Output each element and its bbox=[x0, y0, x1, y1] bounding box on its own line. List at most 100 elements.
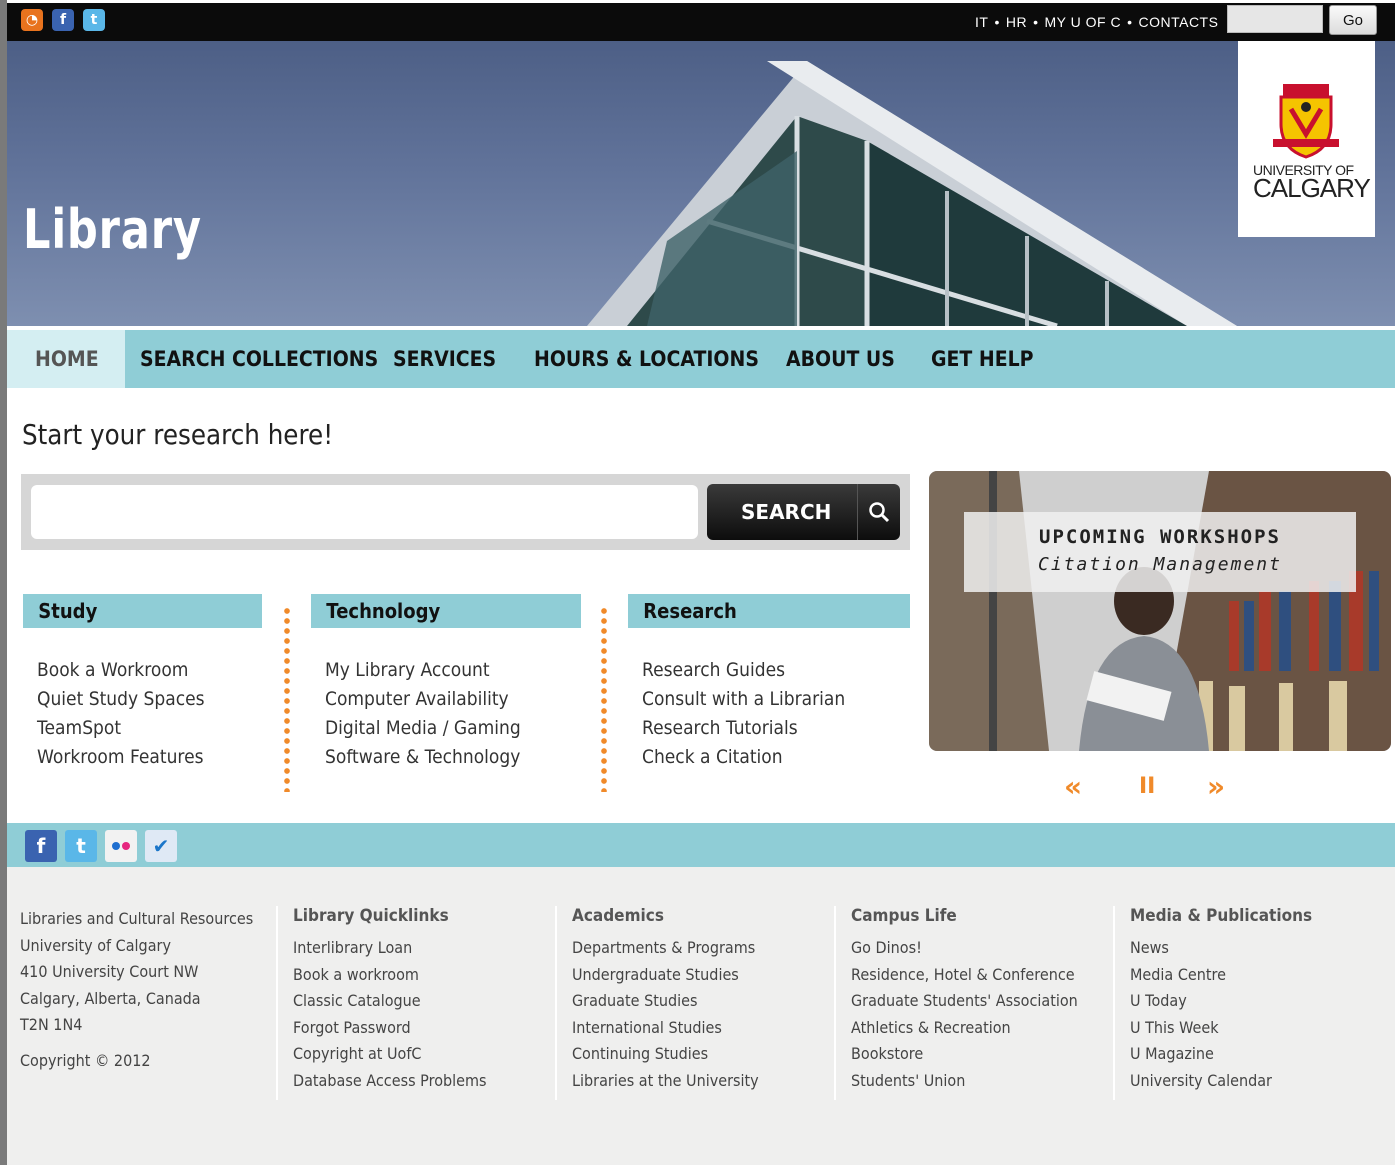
twitter-icon[interactable]: t bbox=[65, 830, 97, 862]
address-line: 410 University Court NW bbox=[20, 962, 199, 981]
footer-link[interactable]: Forgot Password bbox=[293, 1015, 487, 1042]
footer-heading: Academics bbox=[572, 906, 664, 926]
footer-link[interactable]: Book a workroom bbox=[293, 962, 487, 989]
next-slide-icon[interactable]: » bbox=[1207, 770, 1225, 803]
nav-home-label: HOME bbox=[35, 347, 99, 371]
twitter-icon[interactable]: t bbox=[83, 9, 105, 31]
link-teamspot[interactable]: TeamSpot bbox=[37, 714, 205, 743]
top-link-it[interactable]: IT bbox=[975, 14, 988, 30]
address-line: University of Calgary bbox=[20, 935, 171, 955]
link-quiet-study[interactable]: Quiet Study Spaces bbox=[37, 685, 205, 714]
footer-link[interactable]: Graduate Studies bbox=[572, 988, 759, 1015]
link-computer-availability[interactable]: Computer Availability bbox=[325, 685, 521, 714]
separator: • bbox=[994, 14, 1000, 30]
footer-divider bbox=[276, 906, 278, 1100]
nav-services[interactable]: SERVICES bbox=[393, 330, 534, 388]
link-workroom-features[interactable]: Workroom Features bbox=[37, 743, 205, 772]
nav-get-help-label: GET HELP bbox=[931, 347, 1034, 371]
social-strip: f t ✔ bbox=[7, 823, 1395, 867]
footer-link[interactable]: Media Centre bbox=[1130, 962, 1312, 989]
top-links: IT • HR • MY U OF C • CONTACTS bbox=[975, 14, 1218, 30]
footer-link[interactable]: Database Access Problems bbox=[293, 1068, 487, 1095]
footer-media-publications: Media & Publications News Media Centre U… bbox=[1130, 906, 1332, 1094]
workshop-slide[interactable]: UPCOMING WORKSHOPS Citation Management bbox=[929, 471, 1391, 751]
address-line: Calgary, Alberta, Canada bbox=[20, 988, 201, 1008]
nav-hours-locations[interactable]: HOURS & LOCATIONS bbox=[534, 330, 786, 388]
footer-link[interactable]: International Studies bbox=[572, 1015, 759, 1042]
dotted-divider bbox=[601, 606, 607, 792]
footer-link[interactable]: Classic Catalogue bbox=[293, 988, 487, 1015]
footer-link[interactable]: U Magazine bbox=[1130, 1041, 1312, 1068]
footer-link[interactable]: Residence, Hotel & Conference bbox=[851, 962, 1078, 989]
link-check-citation[interactable]: Check a Citation bbox=[642, 743, 845, 772]
footer-divider bbox=[555, 906, 557, 1100]
prev-slide-icon[interactable]: « bbox=[1064, 770, 1082, 803]
top-link-contacts[interactable]: CONTACTS bbox=[1138, 14, 1218, 30]
footer-link[interactable]: Go Dinos! bbox=[851, 935, 1078, 962]
footer-link[interactable]: Bookstore bbox=[851, 1041, 1078, 1068]
column-title: Study bbox=[38, 599, 98, 623]
footer-link[interactable]: News bbox=[1130, 935, 1312, 962]
study-links: Book a Workroom Quiet Study Spaces TeamS… bbox=[37, 656, 223, 772]
foursquare-icon[interactable]: ✔ bbox=[145, 830, 177, 862]
facebook-icon[interactable]: f bbox=[25, 830, 57, 862]
pause-slide-icon[interactable]: II bbox=[1139, 774, 1155, 799]
footer-link[interactable]: Continuing Studies bbox=[572, 1041, 759, 1068]
dotted-divider bbox=[284, 606, 290, 792]
column-title: Technology bbox=[326, 599, 441, 623]
main-nav: HOME SEARCH COLLECTIONS SERVICES HOURS &… bbox=[7, 330, 1395, 388]
main-search-input[interactable] bbox=[31, 485, 698, 539]
magnifier-icon bbox=[857, 484, 900, 540]
nav-about-us[interactable]: ABOUT US bbox=[786, 330, 931, 388]
address-line: Libraries and Cultural Resources bbox=[20, 909, 254, 928]
flickr-icon[interactable] bbox=[105, 830, 137, 862]
footer-link[interactable]: Undergraduate Studies bbox=[572, 962, 759, 989]
link-research-guides[interactable]: Research Guides bbox=[642, 656, 845, 685]
go-button[interactable]: Go bbox=[1329, 5, 1377, 35]
window-edge bbox=[0, 0, 7, 1165]
footer-link[interactable]: Departments & Programs bbox=[572, 935, 759, 962]
link-digital-media[interactable]: Digital Media / Gaming bbox=[325, 714, 521, 743]
column-title: Research bbox=[643, 599, 737, 623]
copyright: Copyright © 2012 bbox=[20, 1050, 151, 1070]
footer-link[interactable]: Athletics & Recreation bbox=[851, 1015, 1078, 1042]
top-link-hr[interactable]: HR bbox=[1006, 14, 1027, 30]
facebook-icon[interactable]: f bbox=[52, 9, 74, 31]
footer-link[interactable]: Copyright at UofC bbox=[293, 1041, 487, 1068]
footer-address: Libraries and Cultural Resources Univers… bbox=[20, 906, 279, 1074]
column-header-research: Research bbox=[628, 594, 910, 628]
site-title[interactable]: Library bbox=[23, 198, 202, 261]
column-header-study: Study bbox=[23, 594, 262, 628]
footer-link[interactable]: Libraries at the University bbox=[572, 1068, 759, 1095]
footer-link[interactable]: University Calendar bbox=[1130, 1068, 1312, 1095]
nav-home[interactable]: HOME bbox=[7, 330, 125, 388]
link-research-tutorials[interactable]: Research Tutorials bbox=[642, 714, 845, 743]
footer-link[interactable]: Graduate Students' Association bbox=[851, 988, 1078, 1015]
university-logo[interactable]: UNIVERSITY OF CALGARY bbox=[1238, 41, 1375, 237]
footer-link[interactable]: U This Week bbox=[1130, 1015, 1312, 1042]
page-heading: Start your research here! bbox=[22, 418, 334, 451]
rss-icon[interactable]: ◔ bbox=[21, 9, 43, 31]
address-line: T2N 1N4 bbox=[20, 1015, 83, 1034]
nav-get-help[interactable]: GET HELP bbox=[931, 330, 1071, 388]
separator: • bbox=[1033, 14, 1039, 30]
search-button[interactable]: SEARCH bbox=[707, 484, 900, 540]
slide-subtitle: Citation Management bbox=[1038, 554, 1282, 575]
nav-about-us-label: ABOUT US bbox=[786, 347, 895, 371]
link-book-workroom[interactable]: Book a Workroom bbox=[37, 656, 205, 685]
footer-link[interactable]: U Today bbox=[1130, 988, 1312, 1015]
footer-link[interactable]: Interlibrary Loan bbox=[293, 935, 487, 962]
link-consult-librarian[interactable]: Consult with a Librarian bbox=[642, 685, 845, 714]
footer-heading: Library Quicklinks bbox=[293, 906, 449, 926]
footer-link[interactable]: Students' Union bbox=[851, 1068, 1078, 1095]
footer-campus-life: Campus Life Go Dinos! Residence, Hotel &… bbox=[851, 906, 1103, 1094]
link-software-technology[interactable]: Software & Technology bbox=[325, 743, 521, 772]
link-my-library-account[interactable]: My Library Account bbox=[325, 656, 521, 685]
banner: Library UNIVERSITY OF CALGARY bbox=[7, 41, 1395, 326]
crest-icon bbox=[1273, 84, 1339, 159]
logo-text-line2: CALGARY bbox=[1253, 173, 1371, 203]
nav-search-collections[interactable]: SEARCH COLLECTIONS bbox=[125, 330, 393, 388]
top-link-my-u-of-c[interactable]: MY U OF C bbox=[1045, 14, 1122, 30]
top-search-input[interactable] bbox=[1227, 5, 1323, 33]
footer-divider bbox=[834, 906, 836, 1100]
